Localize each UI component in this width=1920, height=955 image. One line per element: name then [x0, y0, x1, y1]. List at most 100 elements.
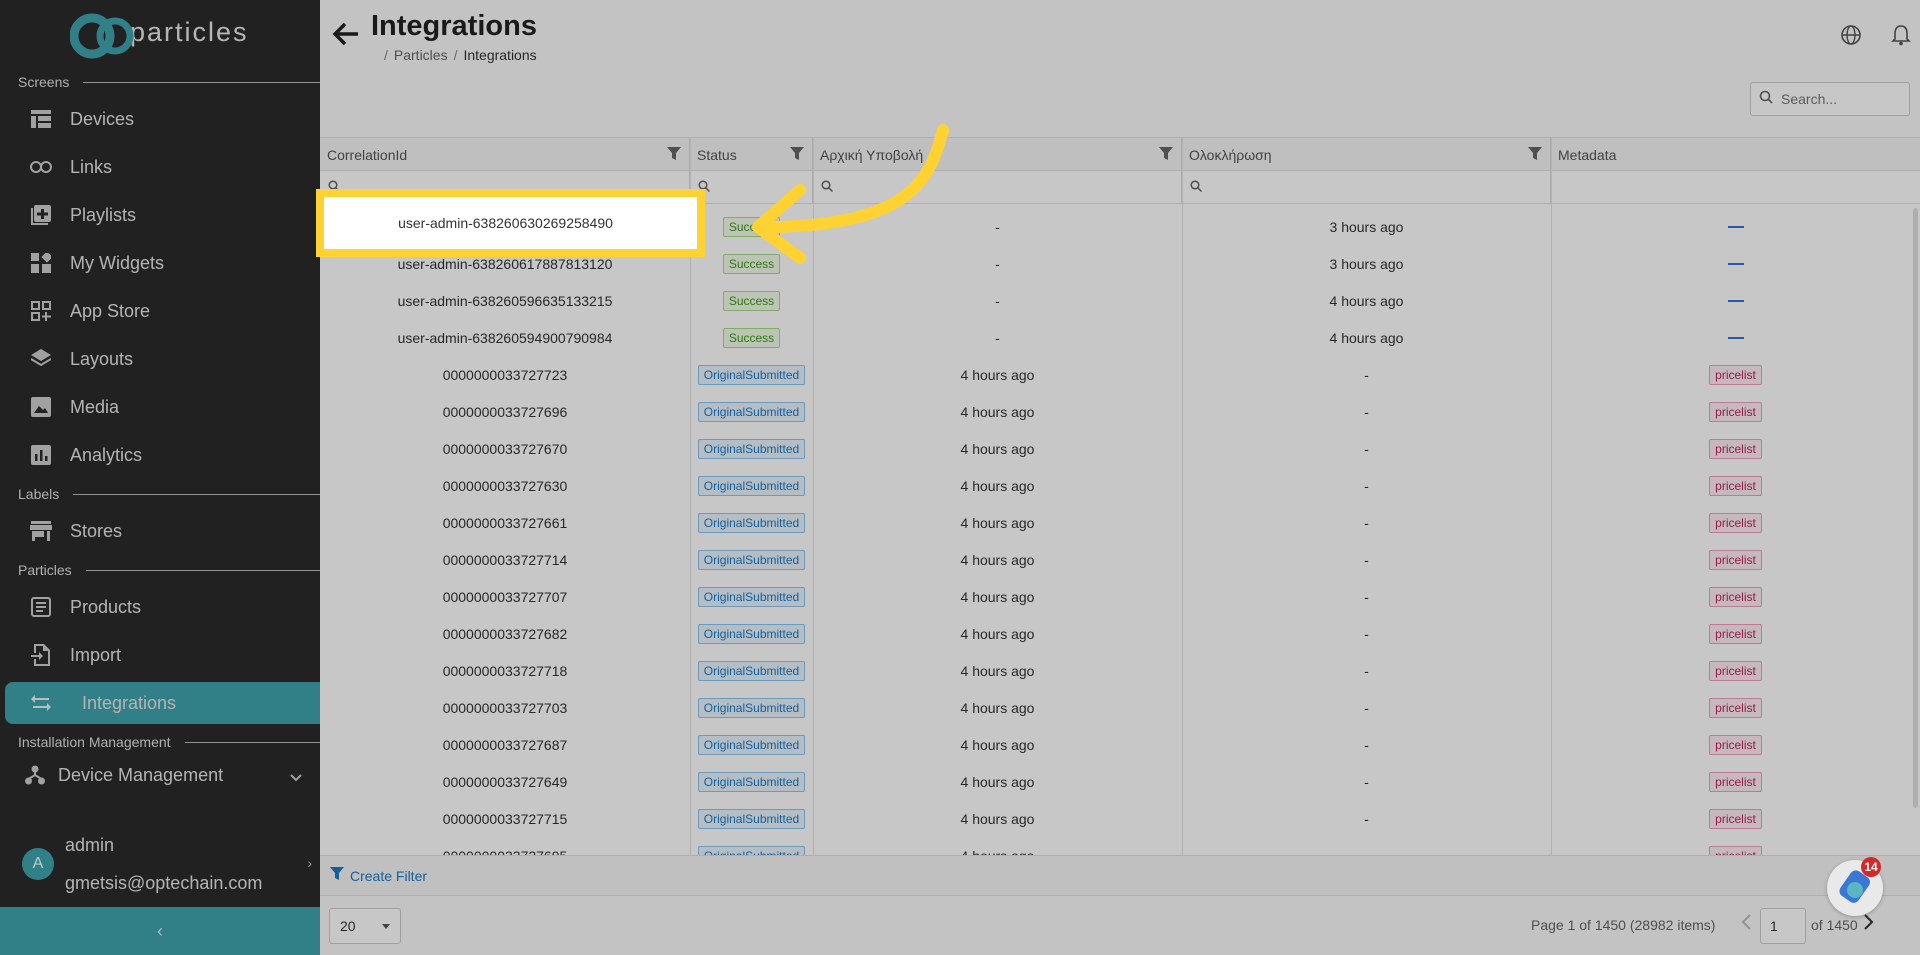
status-cell: OriginalSubmitted [690, 356, 813, 393]
status-badge: OriginalSubmitted [697, 586, 806, 607]
user-profile[interactable]: A admin gmetsis@optechain.com › [22, 835, 312, 915]
column-header-completed[interactable]: Ολοκλήρωση [1182, 138, 1551, 171]
table-row[interactable]: 0000000033727661 OriginalSubmitted 4 hours… [320, 504, 1920, 541]
correlation-id-cell: 0000000033727696 [442, 403, 568, 420]
metadata-badge[interactable]: pricelist [1709, 697, 1762, 718]
submitted-cell: 4 hours ago [960, 662, 1035, 679]
sidebar-item-playlists[interactable]: Playlists [0, 194, 320, 236]
table-row[interactable]: 0000000033727630 OriginalSubmitted 4 hours… [320, 467, 1920, 504]
table-row[interactable]: 0000000033727682 OriginalSubmitted 4 hours… [320, 615, 1920, 652]
metadata-badge[interactable]: pricelist [1709, 438, 1762, 459]
store-icon [30, 520, 52, 542]
filter-icon[interactable] [1159, 147, 1173, 164]
metadata-badge[interactable]: pricelist [1709, 364, 1762, 385]
sidebar-item-my-widgets[interactable]: My Widgets [0, 242, 320, 284]
sidebar-item-integrations[interactable]: Integrations [5, 682, 320, 724]
filter-icon[interactable] [1528, 147, 1542, 164]
sidebar-item-device-management[interactable]: Device Management [0, 754, 320, 796]
status-cell: OriginalSubmitted [690, 504, 813, 541]
table-row[interactable]: 0000000033727707 OriginalSubmitted 4 hours… [320, 578, 1920, 615]
page-size-select[interactable]: 20 [329, 908, 401, 944]
back-arrow-icon[interactable] [332, 20, 360, 53]
filter-cell-completed[interactable] [1182, 171, 1551, 204]
sidebar-item-label: Stores [70, 520, 123, 541]
table-row[interactable]: 0000000033727718 OriginalSubmitted 4 hours… [320, 652, 1920, 689]
table-row[interactable]: user-admin-638260596635133215 Success - 4 h… [320, 282, 1920, 319]
sidebar-item-label: Media [70, 396, 120, 417]
column-header-metadata[interactable]: Metadata [1551, 138, 1920, 171]
table-row[interactable]: 0000000033727714 OriginalSubmitted 4 hours… [320, 541, 1920, 578]
metadata-badge[interactable]: pricelist [1709, 549, 1762, 570]
filter-icon[interactable] [667, 147, 681, 164]
sidebar-item-devices[interactable]: Devices [0, 98, 320, 140]
metadata-badge[interactable]: pricelist [1709, 623, 1762, 644]
submitted-cell: 4 hours ago [960, 366, 1035, 383]
collapse-sidebar-button[interactable]: ‹ [0, 907, 320, 955]
status-badge: OriginalSubmitted [697, 475, 806, 496]
globe-icon[interactable] [1840, 24, 1862, 46]
grid-header-row: CorrelationId Status Αρχική Υποβολή Ολοκ… [320, 138, 1920, 171]
chevron-down-icon[interactable] [290, 766, 302, 787]
metadata-badge[interactable]: pricelist [1709, 586, 1762, 607]
bell-icon[interactable] [1890, 24, 1912, 46]
table-row[interactable]: 0000000033727649 OriginalSubmitted 4 hours… [320, 763, 1920, 800]
brand-logo[interactable]: particles [69, 8, 249, 64]
highlight-box[interactable]: user-admin-638260630269258490 [316, 189, 705, 257]
status-badge: OriginalSubmitted [697, 623, 806, 644]
status-badge: OriginalSubmitted [697, 401, 806, 422]
metadata-badge[interactable]: pricelist [1709, 512, 1762, 533]
search-input[interactable] [1781, 91, 1891, 107]
grid-scrollbar[interactable] [1913, 208, 1918, 808]
search-icon [1759, 90, 1773, 109]
completed-cell: - [1364, 699, 1369, 716]
table-row[interactable]: 0000000033727687 OriginalSubmitted 4 hours… [320, 726, 1920, 763]
metadata-badge[interactable]: pricelist [1709, 475, 1762, 496]
status-badge: OriginalSubmitted [697, 438, 806, 459]
metadata-link[interactable] [1727, 336, 1744, 339]
submitted-cell: - [995, 292, 1000, 309]
status-badge: OriginalSubmitted [697, 697, 806, 718]
metadata-badge[interactable]: pricelist [1709, 401, 1762, 422]
column-header-correlation-id[interactable]: CorrelationId [320, 138, 690, 171]
sidebar-item-stores[interactable]: Stores [0, 510, 320, 552]
search-input-wrapper[interactable] [1750, 82, 1910, 116]
completed-cell: 3 hours ago [1329, 255, 1404, 272]
table-row[interactable]: 0000000033727670 OriginalSubmitted 4 hours… [320, 430, 1920, 467]
page-info: Page 1 of 1450 (28982 items) [1531, 917, 1716, 933]
metadata-cell: pricelist [1551, 467, 1920, 504]
metadata-link[interactable] [1727, 262, 1744, 265]
status-cell: OriginalSubmitted [690, 393, 813, 430]
metadata-link[interactable] [1727, 225, 1744, 228]
prev-page-icon[interactable] [1740, 913, 1752, 936]
metadata-link[interactable] [1727, 299, 1744, 302]
table-row[interactable]: user-admin-638260594900790984 Success - 4 h… [320, 319, 1920, 356]
metadata-badge[interactable]: pricelist [1709, 660, 1762, 681]
table-row[interactable]: 0000000033727695 OriginalSubmitted 4 hours… [320, 837, 1920, 855]
sidebar-item-links[interactable]: Links [0, 146, 320, 188]
metadata-badge[interactable]: pricelist [1709, 771, 1762, 792]
metadata-badge[interactable]: pricelist [1709, 808, 1762, 829]
swap-arrows-icon [30, 692, 52, 714]
next-page-icon[interactable] [1863, 913, 1875, 936]
table-row[interactable]: 0000000033727703 OriginalSubmitted 4 hours… [320, 689, 1920, 726]
sidebar-item-layouts[interactable]: Layouts [0, 338, 320, 380]
create-filter-button[interactable]: Create Filter [320, 855, 1920, 895]
table-row[interactable]: 0000000033727723 OriginalSubmitted 4 hours… [320, 356, 1920, 393]
status-cell: OriginalSubmitted [690, 652, 813, 689]
breadcrumb-particles[interactable]: Particles [394, 47, 448, 63]
header-actions [1840, 24, 1912, 46]
sidebar-item-import[interactable]: Import [0, 634, 320, 676]
create-filter-label: Create Filter [350, 867, 428, 884]
table-row[interactable]: 0000000033727715 OriginalSubmitted 4 hours… [320, 800, 1920, 837]
correlation-id-cell: 0000000033727718 [442, 662, 568, 679]
chevron-down-icon [382, 924, 390, 929]
sidebar-item-app-store[interactable]: App Store [0, 290, 320, 332]
metadata-badge[interactable]: pricelist [1709, 845, 1762, 855]
table-row[interactable]: 0000000033727696 OriginalSubmitted 4 hours… [320, 393, 1920, 430]
sidebar-item-media[interactable]: Media [0, 386, 320, 428]
metadata-badge[interactable]: pricelist [1709, 734, 1762, 755]
page-number-input[interactable]: 1 [1760, 908, 1806, 944]
sidebar-item-analytics[interactable]: Analytics [0, 434, 320, 476]
sidebar-item-products[interactable]: Products [0, 586, 320, 628]
app-store-icon [30, 300, 52, 322]
